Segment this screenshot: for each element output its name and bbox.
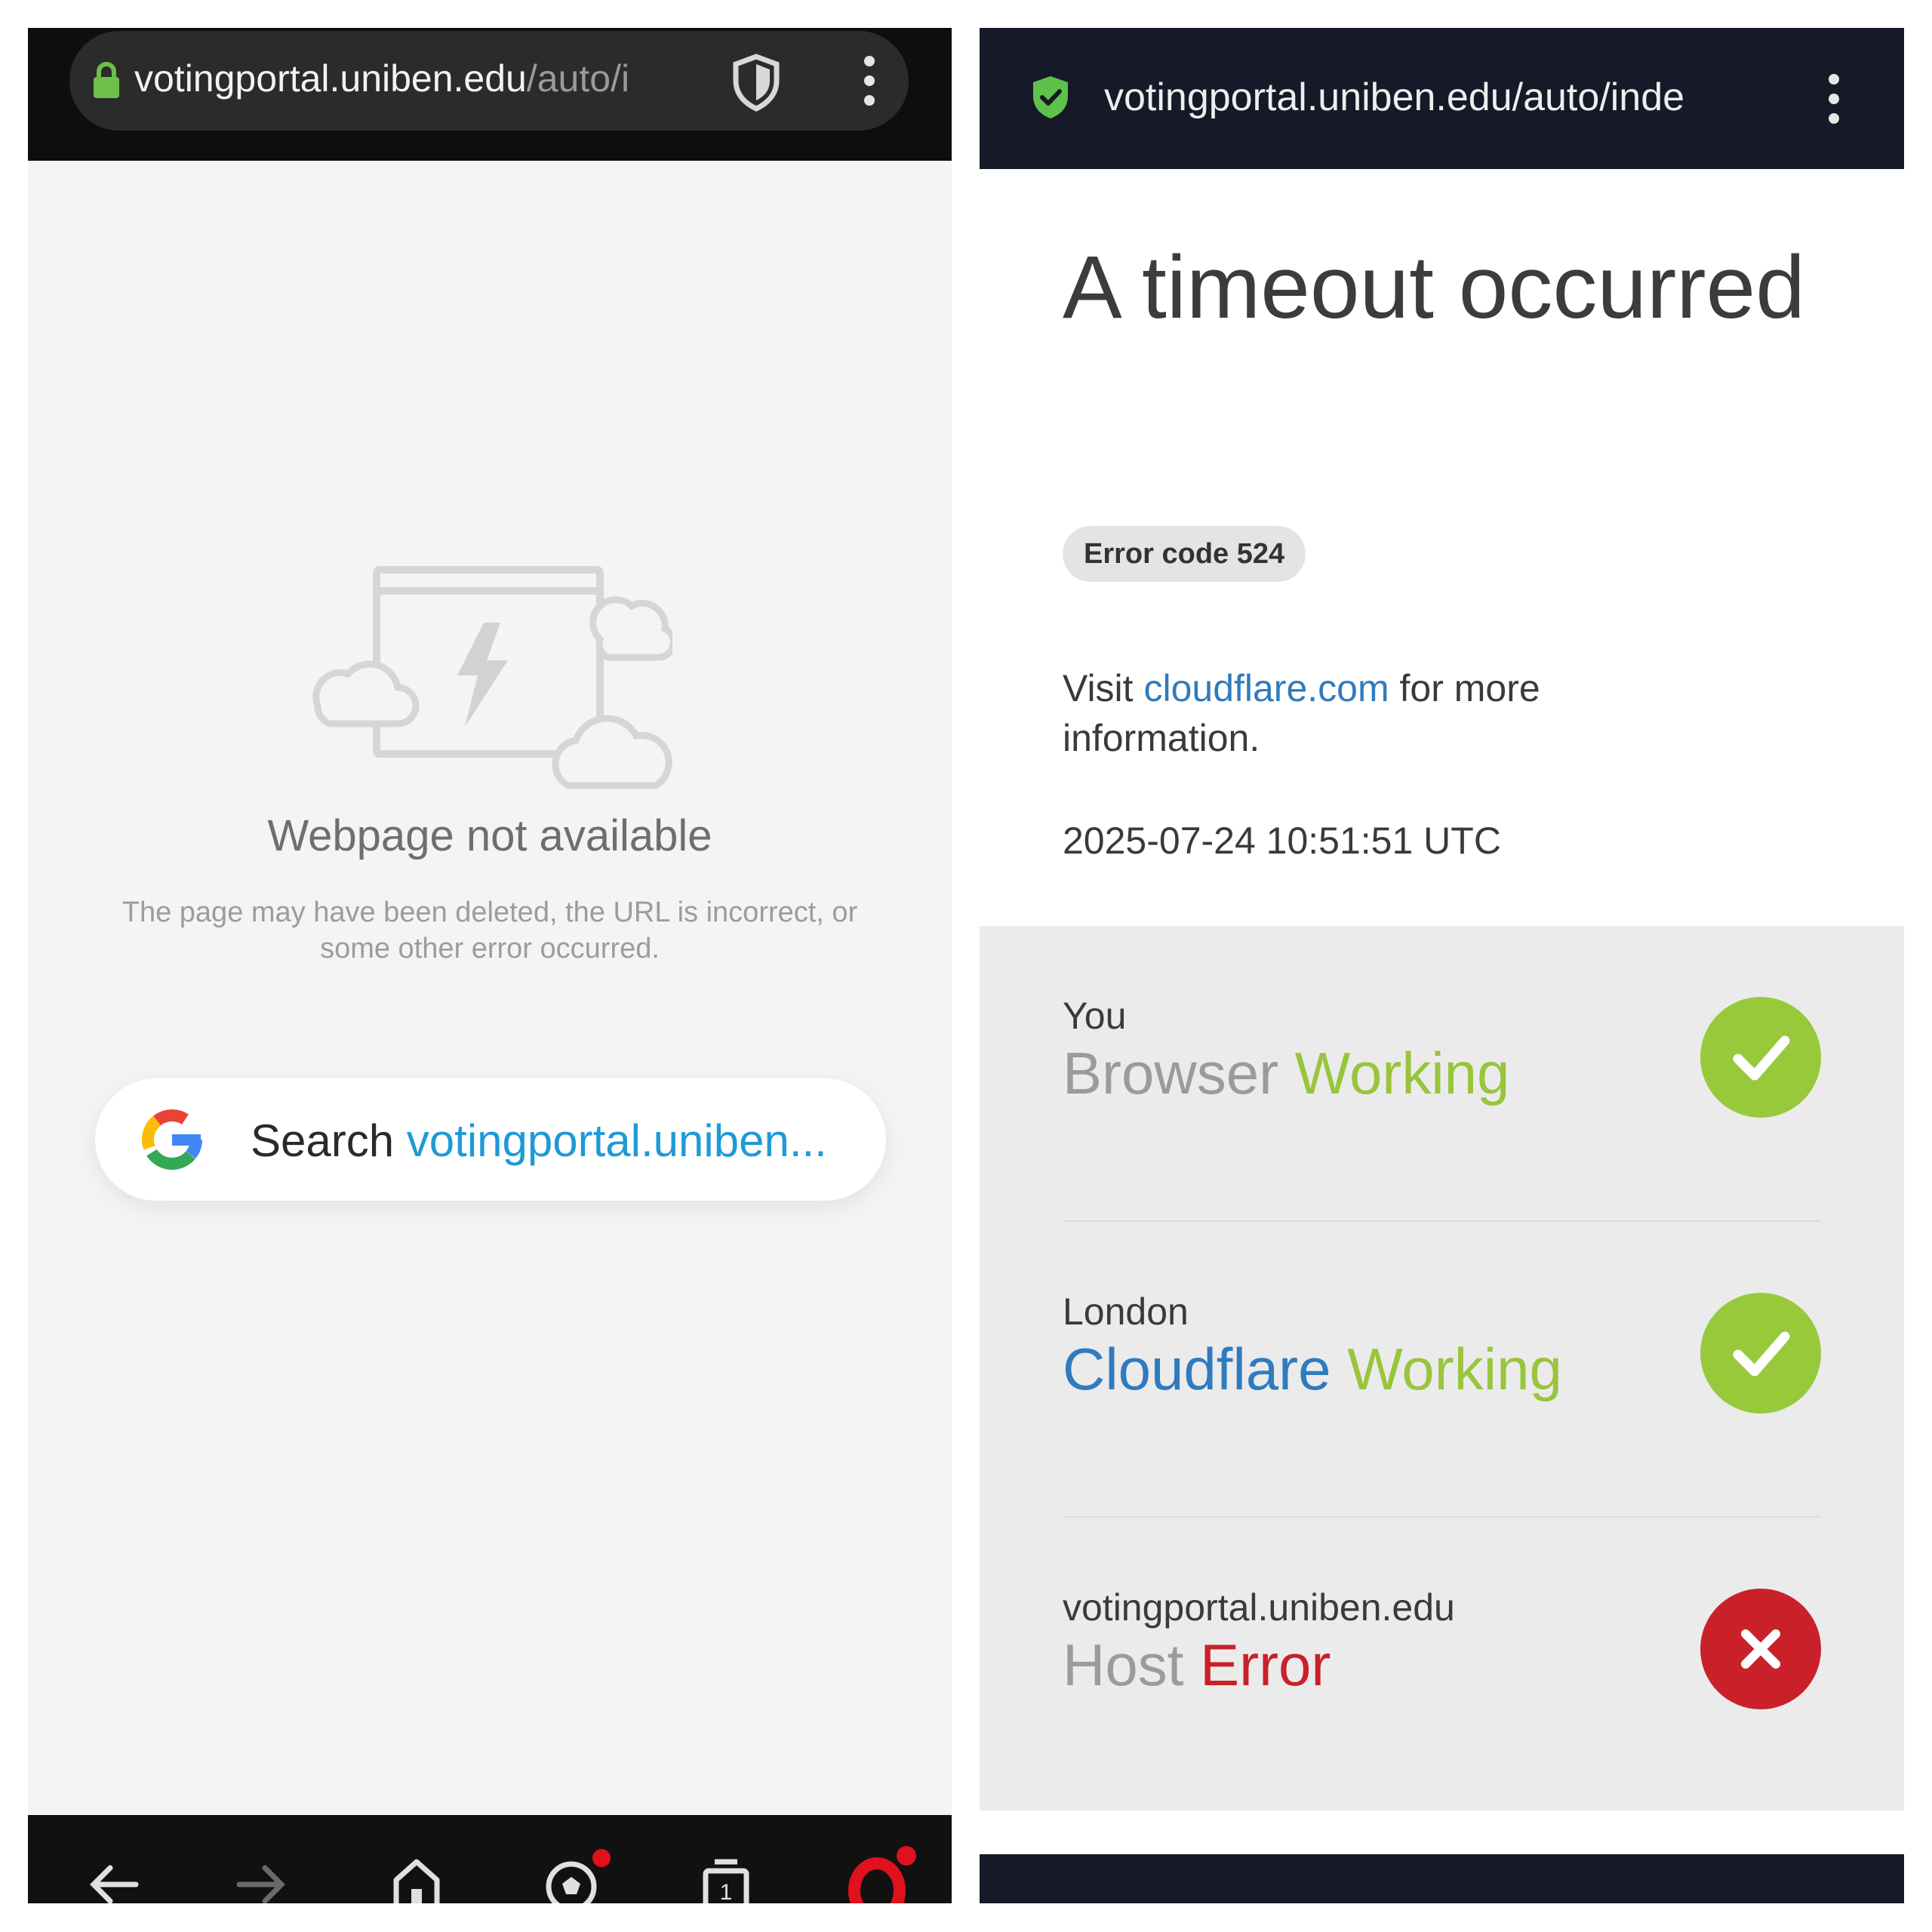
error-x-icon <box>1700 1589 1821 1709</box>
address-bar[interactable]: votingportal.uniben.edu/auto/i <box>69 31 909 131</box>
opera-menu-icon[interactable] <box>843 1815 926 1903</box>
status-location: You <box>1063 995 1127 1037</box>
google-logo-icon <box>142 1109 202 1170</box>
visit-info: Visit cloudflare.com for more informatio… <box>1063 667 1540 759</box>
more-menu-icon[interactable] <box>1825 72 1843 126</box>
bottom-navigation-bar <box>980 1854 1904 1903</box>
google-search-button[interactable]: Search votingportal.uniben... <box>95 1078 886 1201</box>
address-url[interactable]: votingportal.uniben.edu/auto/i <box>134 57 723 100</box>
status-location: London <box>1063 1291 1189 1333</box>
status-label: Host Error <box>1063 1632 1331 1698</box>
status-row-cloudflare: London Cloudflare Working <box>1063 1222 1821 1516</box>
status-row-host: votingportal.uniben.edu Host Error <box>1063 1518 1821 1812</box>
status-panel: You Browser Working London Cloudflare Wo… <box>980 926 1904 1810</box>
shield-icon[interactable] <box>730 52 783 112</box>
error-description: The page may have been deleted, the URL … <box>122 897 858 964</box>
search-label: Search votingportal.uniben... <box>251 1115 827 1166</box>
status-label: Cloudflare Working <box>1063 1336 1562 1402</box>
status-row-browser: You Browser Working <box>1063 926 1821 1220</box>
check-icon <box>1700 1293 1821 1414</box>
back-arrow-icon[interactable] <box>77 1815 145 1903</box>
address-url[interactable]: votingportal.uniben.edu/auto/inde <box>1104 75 1787 120</box>
cloudflare-error-screen: votingportal.uniben.edu/auto/inde A time… <box>980 28 1904 1903</box>
more-menu-icon[interactable] <box>860 54 878 108</box>
forward-arrow-icon[interactable] <box>230 1815 298 1903</box>
bottom-navigation-bar: 1 <box>28 1815 952 1903</box>
secure-shield-icon <box>1033 76 1068 118</box>
football-icon[interactable] <box>537 1815 620 1903</box>
lock-icon <box>94 62 119 98</box>
cloudflare-link[interactable]: cloudflare.com <box>1143 667 1389 709</box>
timestamp: 2025-07-24 10:51:51 UTC <box>1063 820 1501 862</box>
status-label: Browser Working <box>1063 1040 1510 1106</box>
address-bar[interactable]: votingportal.uniben.edu/auto/inde <box>980 28 1904 169</box>
check-icon <box>1700 997 1821 1118</box>
page-title: A timeout occurred <box>1063 238 1805 337</box>
home-icon[interactable] <box>383 1815 451 1903</box>
broken-webpage-illustration <box>312 566 672 789</box>
opera-error-screen: votingportal.uniben.edu/auto/i Webpage n… <box>28 28 952 1903</box>
error-title: Webpage not available <box>267 811 712 860</box>
error-code-badge: Error code 524 <box>1063 526 1306 582</box>
tab-count: 1 <box>719 1880 733 1903</box>
address-bar-area: votingportal.uniben.edu/auto/i <box>28 28 952 161</box>
status-location: votingportal.uniben.edu <box>1063 1586 1455 1629</box>
